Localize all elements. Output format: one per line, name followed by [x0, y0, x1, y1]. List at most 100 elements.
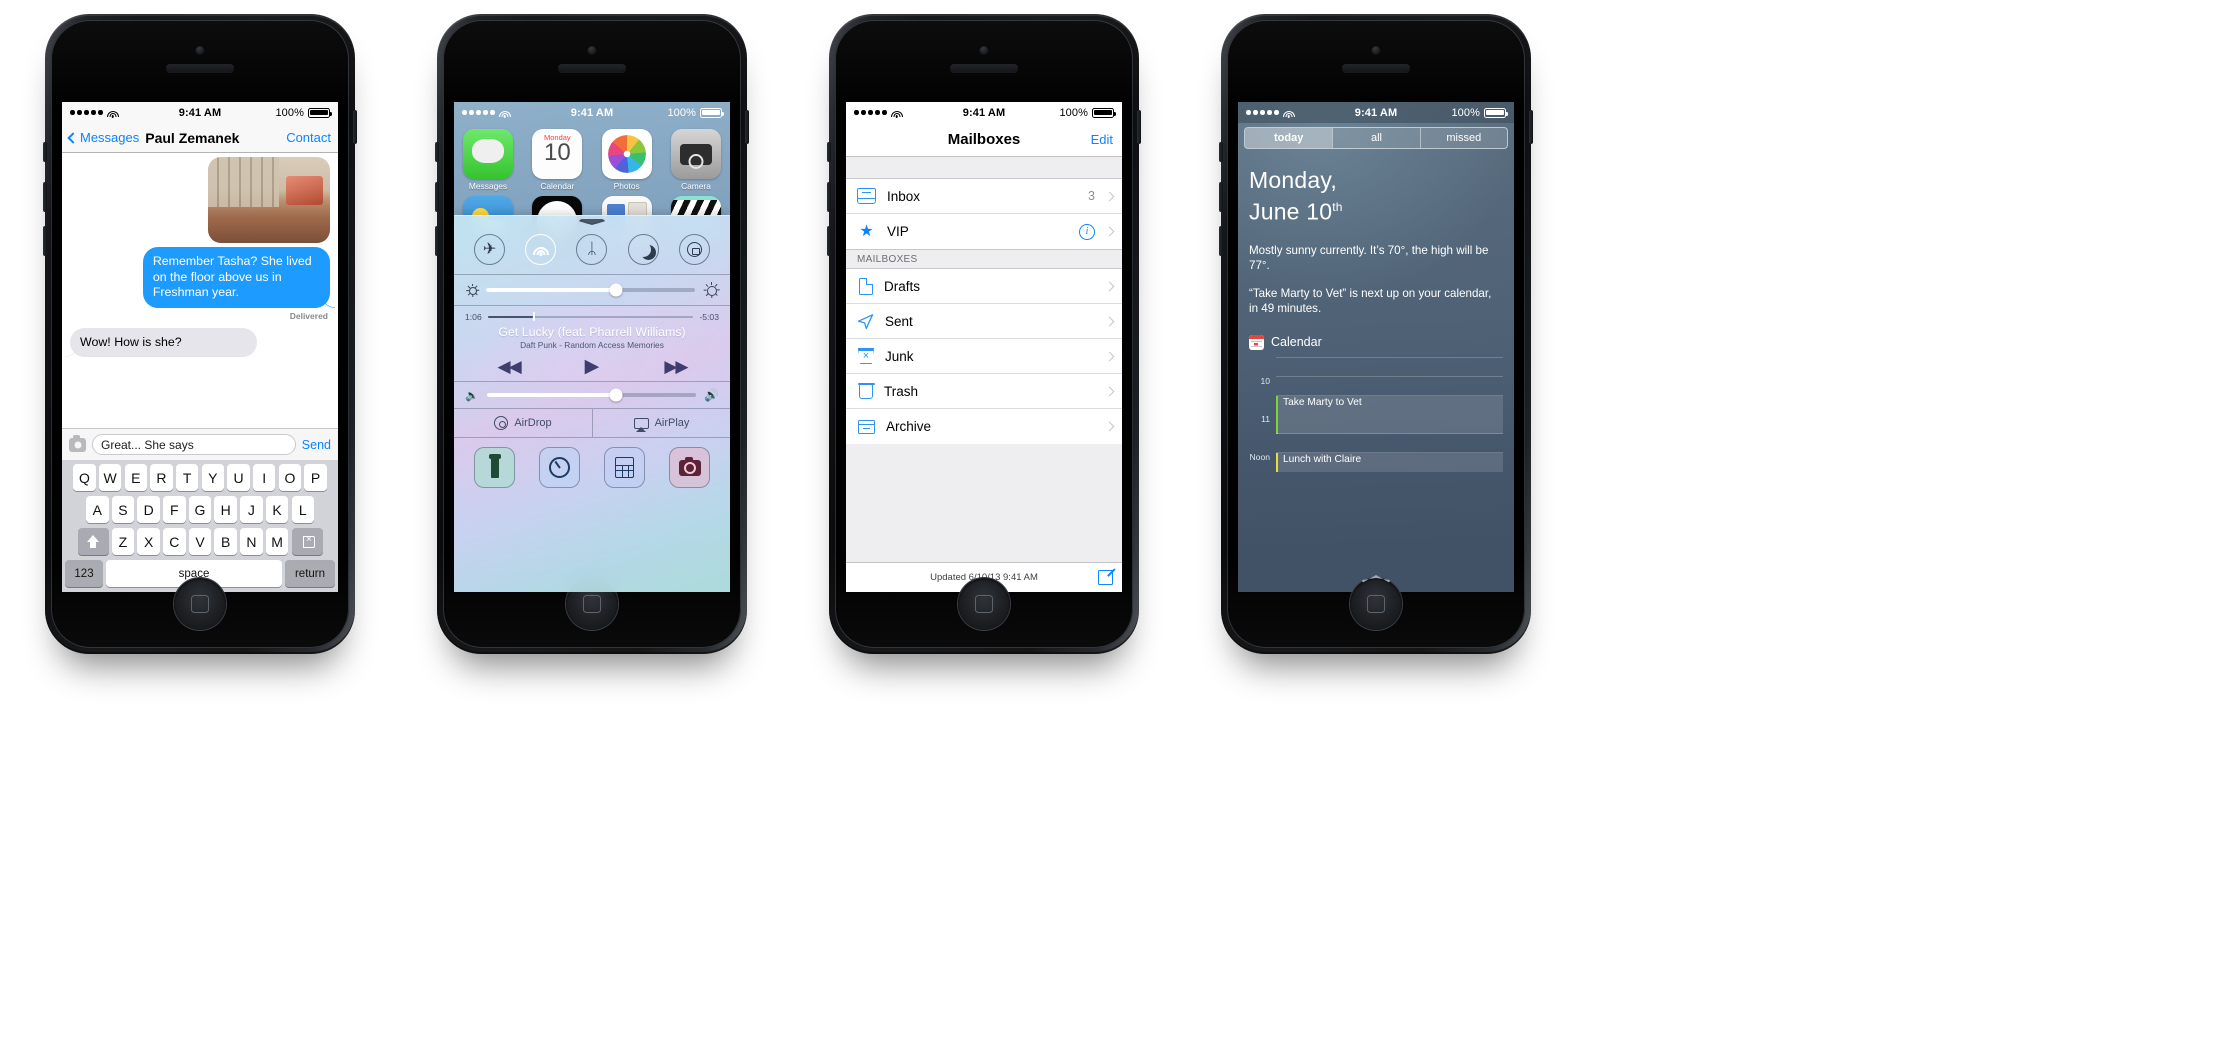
mailbox-row-junk[interactable]: Junk [846, 339, 1122, 374]
rotation-lock-toggle[interactable] [678, 234, 710, 265]
mailbox-row-inbox[interactable]: Inbox 3 [846, 179, 1122, 214]
ring-switch[interactable] [1219, 142, 1223, 162]
incoming-bubble[interactable]: Wow! How is she? [70, 327, 258, 357]
key-p[interactable]: P [304, 464, 327, 491]
key-w[interactable]: W [98, 464, 122, 491]
forward-button[interactable]: ▶▶ [664, 358, 688, 375]
app-photos[interactable]: Photos [601, 129, 652, 191]
key-c[interactable]: C [163, 528, 186, 555]
power-button[interactable] [353, 110, 357, 144]
notification-center-grabber[interactable] [1238, 570, 1514, 588]
airplane-mode-toggle[interactable]: ✈ [474, 234, 506, 265]
grabber-icon[interactable] [579, 219, 605, 225]
mailbox-row-trash[interactable]: Trash [846, 374, 1122, 409]
key-b[interactable]: B [214, 528, 237, 555]
volume-down-button[interactable] [43, 226, 47, 256]
app-camera[interactable]: Camera [670, 129, 721, 191]
key-f[interactable]: F [163, 496, 186, 523]
rewind-button[interactable]: ◀◀ [498, 358, 522, 375]
message-input[interactable]: Great... She says [92, 434, 296, 455]
calendar-event[interactable]: Take Marty to Vet [1276, 395, 1503, 434]
power-button[interactable] [1137, 110, 1141, 144]
mailbox-row-vip[interactable]: ★ VIP i [846, 214, 1122, 249]
play-button[interactable]: ▶ [585, 357, 600, 376]
wifi-toggle[interactable] [525, 234, 557, 265]
volume-up-button[interactable] [435, 182, 439, 212]
key-n[interactable]: N [240, 528, 263, 555]
key-d[interactable]: D [137, 496, 160, 523]
back-to-messages-button[interactable]: Messages [67, 130, 139, 145]
key-o[interactable]: O [278, 464, 302, 491]
key-j[interactable]: J [240, 496, 263, 523]
key-k[interactable]: K [265, 496, 289, 523]
do-not-disturb-toggle[interactable] [627, 234, 659, 265]
volume-down-button[interactable] [435, 226, 439, 256]
key-v[interactable]: V [188, 528, 212, 555]
key-u[interactable]: U [227, 464, 250, 491]
ring-switch[interactable] [435, 142, 439, 162]
mailbox-row-sent[interactable]: Sent [846, 304, 1122, 339]
edit-button[interactable]: Edit [1091, 132, 1113, 147]
tab-all[interactable]: all [1332, 128, 1419, 148]
calendar-schedule[interactable]: 10 Take Marty to Vet 11 Noon Lunch with … [1249, 356, 1503, 472]
timer-shortcut[interactable] [539, 447, 580, 488]
mailbox-row-drafts[interactable]: Drafts [846, 269, 1122, 304]
tab-today[interactable]: today [1245, 128, 1333, 148]
key-i[interactable]: I [252, 464, 276, 491]
key-g[interactable]: G [188, 496, 212, 523]
playhead-knob[interactable] [532, 312, 535, 322]
key-z[interactable]: Z [111, 528, 135, 555]
volume-up-button[interactable] [43, 182, 47, 212]
key-e[interactable]: E [124, 464, 148, 491]
playback-scrubber[interactable] [487, 312, 694, 322]
volume-up-button[interactable] [1219, 182, 1223, 212]
key-l[interactable]: L [291, 496, 314, 523]
return-key[interactable]: return [285, 560, 335, 587]
brightness-slider[interactable] [486, 283, 695, 297]
home-button[interactable] [174, 578, 226, 630]
airplay-button[interactable]: AirPlay [592, 409, 730, 437]
key-t[interactable]: T [175, 464, 199, 491]
ring-switch[interactable] [43, 142, 47, 162]
onscreen-keyboard[interactable]: Q W E R T Y U I O P A S D F G H J K L Z … [62, 460, 338, 592]
flashlight-shortcut[interactable] [474, 447, 515, 488]
volume-slider[interactable] [486, 388, 697, 402]
volume-down-button[interactable] [827, 226, 831, 256]
ring-switch[interactable] [827, 142, 831, 162]
key-h[interactable]: H [214, 496, 237, 523]
key-x[interactable]: X [137, 528, 160, 555]
home-button[interactable] [958, 578, 1010, 630]
send-button[interactable]: Send [302, 438, 331, 452]
outgoing-bubble[interactable]: Remember Tasha? She lived on the floor a… [142, 247, 330, 308]
camera-shortcut[interactable] [669, 447, 710, 488]
brightness-knob[interactable] [609, 283, 623, 297]
info-icon[interactable]: i [1079, 223, 1095, 240]
mailbox-row-archive[interactable]: Archive [846, 409, 1122, 444]
volume-down-button[interactable] [1219, 226, 1223, 256]
airdrop-button[interactable]: AirDrop [454, 409, 592, 437]
key-a[interactable]: A [86, 496, 109, 523]
key-m[interactable]: M [265, 528, 289, 555]
camera-icon[interactable] [69, 434, 86, 452]
app-messages[interactable]: Messages [463, 129, 513, 191]
calculator-shortcut[interactable] [604, 447, 645, 488]
power-button[interactable] [1529, 110, 1533, 144]
key-y[interactable]: Y [201, 464, 225, 491]
key-q[interactable]: Q [73, 464, 96, 491]
calendar-event[interactable]: Lunch with Claire [1276, 452, 1503, 472]
app-calendar[interactable]: Monday 10 Calendar [532, 129, 583, 191]
shift-key[interactable] [77, 528, 109, 555]
power-button[interactable] [745, 110, 749, 144]
numbers-key[interactable]: 123 [65, 560, 103, 587]
delete-key[interactable] [291, 528, 323, 555]
contact-button[interactable]: Contact [286, 130, 331, 145]
message-photo-attachment[interactable] [208, 157, 330, 243]
tab-missed[interactable]: missed [1419, 128, 1507, 148]
message-thread[interactable]: Remember Tasha? She lived on the floor a… [62, 153, 338, 428]
volume-knob[interactable] [609, 388, 623, 402]
volume-up-button[interactable] [827, 182, 831, 212]
key-s[interactable]: S [111, 496, 135, 523]
key-r[interactable]: R [150, 464, 173, 491]
compose-icon[interactable] [1098, 570, 1113, 585]
bluetooth-toggle[interactable]: ᛦ [576, 234, 608, 265]
